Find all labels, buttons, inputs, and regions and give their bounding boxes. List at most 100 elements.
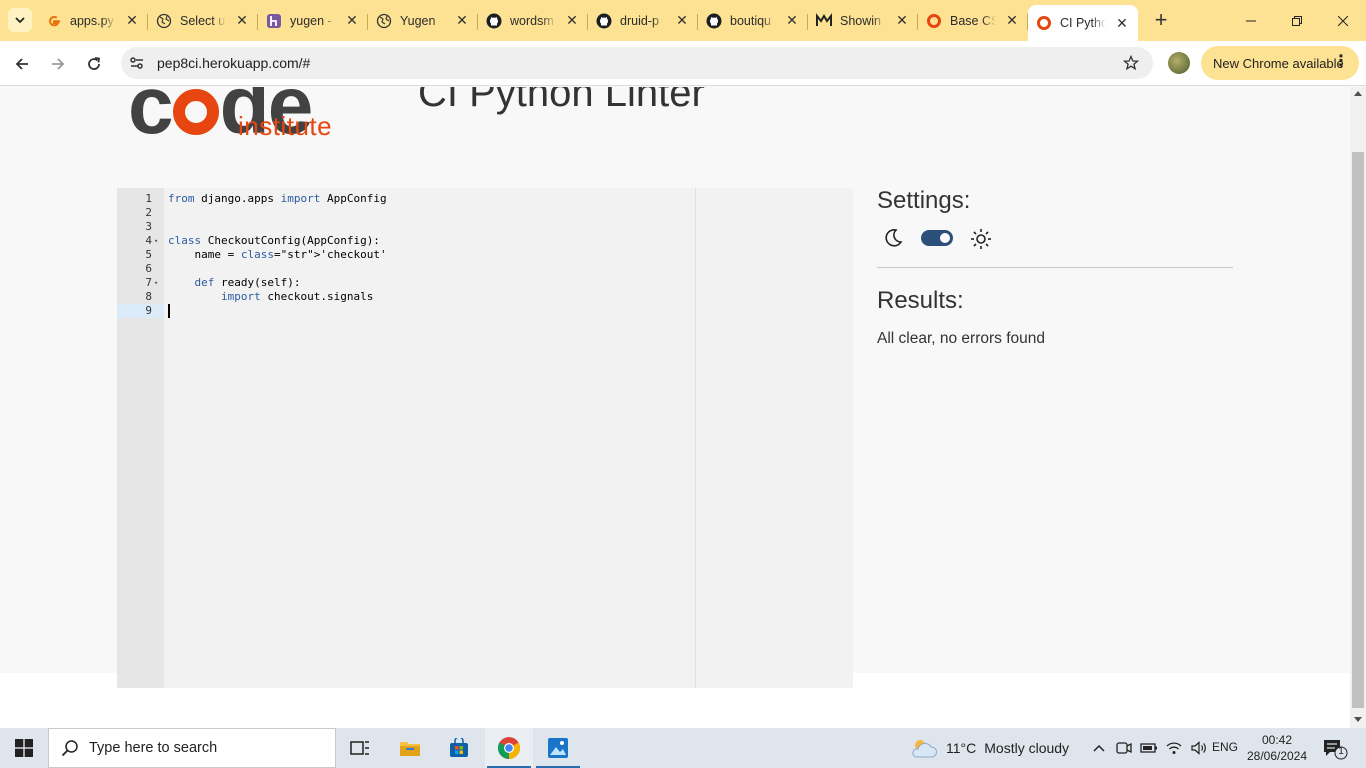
close-window-button[interactable]: [1320, 0, 1366, 41]
fold-arrow-icon[interactable]: ▾: [154, 234, 158, 248]
theme-switch-row: [877, 227, 1007, 251]
chrome-taskbar-button[interactable]: [485, 728, 533, 768]
input-language[interactable]: ENG: [1212, 740, 1238, 754]
tab-title: Showin: [840, 13, 881, 28]
browser-tab[interactable]: apps.py ✕: [38, 5, 148, 37]
tab-title: yugen -: [290, 13, 332, 28]
reload-button[interactable]: [80, 50, 108, 78]
dark-mode-toggle[interactable]: [921, 230, 953, 246]
meet-now-icon[interactable]: [1115, 741, 1133, 755]
close-tab-icon[interactable]: ✕: [894, 12, 910, 29]
editor-line[interactable]: 6: [117, 262, 853, 276]
page-title: CI Python Linter: [418, 87, 705, 115]
editor-line[interactable]: 8 import checkout.signals: [117, 290, 853, 304]
tab-search-button[interactable]: [8, 8, 32, 32]
chevron-down-icon: [15, 17, 25, 24]
close-tab-icon[interactable]: ✕: [454, 12, 470, 29]
restore-icon: [1292, 15, 1302, 26]
tab-title: CI Pytho: [1060, 16, 1106, 30]
battery-icon[interactable]: [1140, 742, 1158, 754]
editor-line[interactable]: 2: [117, 206, 853, 220]
weather-widget[interactable]: 11°C Mostly cloudy: [910, 728, 1069, 768]
file-explorer-button[interactable]: [386, 728, 434, 768]
browser-tab[interactable]: Base CS ✕: [918, 5, 1028, 37]
scroll-down-arrow-icon[interactable]: [1354, 717, 1362, 722]
restore-button[interactable]: [1274, 0, 1320, 41]
browser-tab[interactable]: Yugen ✕: [368, 5, 478, 37]
tab-title: apps.py: [70, 13, 114, 28]
wifi-icon[interactable]: [1165, 741, 1183, 755]
address-bar[interactable]: pep8ci.herokuapp.com/#: [121, 47, 1153, 79]
editor-line[interactable]: 9: [117, 304, 853, 318]
editor-line[interactable]: 3: [117, 220, 853, 234]
profile-avatar[interactable]: [1168, 52, 1190, 74]
browser-tab[interactable]: boutiqu ✕: [698, 5, 808, 37]
clock-time: 00:42: [1261, 733, 1293, 747]
line-number: 9: [145, 304, 152, 317]
tab-title: Yugen: [400, 13, 436, 28]
arrow-right-icon: [52, 58, 65, 70]
task-view-button[interactable]: [336, 728, 384, 768]
close-tab-icon[interactable]: ✕: [674, 12, 690, 29]
editor-line[interactable]: 7 ▾ def ready(self):: [117, 276, 853, 290]
new-chrome-label: New Chrome available: [1213, 55, 1344, 71]
weather-condition: Mostly cloudy: [984, 740, 1070, 756]
chevron-up-icon[interactable]: [1090, 744, 1108, 752]
editor-line[interactable]: 1 from django.apps import AppConfig: [117, 192, 853, 206]
browser-tab[interactable]: Showin ✕: [808, 5, 918, 37]
site-info-icon[interactable]: [129, 55, 145, 71]
code-text: import checkout.signals: [220, 290, 374, 303]
close-tab-icon[interactable]: ✕: [784, 12, 800, 29]
browser-tab[interactable]: CI Pytho ✕: [1028, 5, 1138, 41]
close-tab-icon[interactable]: ✕: [234, 12, 250, 29]
globe-icon: [376, 13, 392, 29]
editor-line[interactable]: 5 name = class="str">'checkout': [117, 248, 853, 262]
globe-icon: [156, 13, 172, 29]
page-viewport: c de institute CI Python Linter 1 from dja…: [0, 87, 1350, 728]
windows-logo-icon: [15, 739, 33, 757]
scroll-up-arrow-icon[interactable]: [1354, 91, 1362, 96]
system-clock[interactable]: 00:42 28/06/2024: [1245, 732, 1309, 764]
scrollbar-thumb[interactable]: [1352, 152, 1364, 708]
windows-taskbar: Type here to search 11°C Mostly cloudy E…: [0, 728, 1366, 768]
editor-line[interactable]: 4 ▾ class CheckoutConfig(AppConfig):: [117, 234, 853, 248]
back-button[interactable]: [8, 50, 36, 78]
close-tab-icon[interactable]: ✕: [564, 12, 580, 29]
page-scrollbar[interactable]: [1350, 87, 1366, 728]
sun-icon: [971, 229, 991, 249]
new-chrome-available-button[interactable]: New Chrome available ⋮: [1201, 46, 1359, 80]
task-view-icon: [350, 741, 369, 755]
line-number: 8: [145, 290, 152, 303]
volume-icon[interactable]: [1190, 741, 1208, 755]
taskbar-search-box[interactable]: Type here to search: [48, 728, 336, 768]
browser-tab[interactable]: wordsm ✕: [478, 5, 588, 37]
toggle-knob: [940, 233, 950, 243]
close-tab-icon[interactable]: ✕: [1114, 15, 1130, 31]
moon-icon: [885, 229, 903, 247]
microsoft-store-button[interactable]: [435, 728, 483, 768]
browser-tab[interactable]: druid-p ✕: [588, 5, 698, 37]
start-button[interactable]: [0, 728, 48, 768]
new-tab-button[interactable]: +: [1150, 7, 1172, 32]
fold-arrow-icon[interactable]: ▾: [154, 276, 158, 290]
close-tab-icon[interactable]: ✕: [344, 12, 360, 29]
forward-button[interactable]: [44, 50, 72, 78]
logo-institute-word: institute: [238, 111, 333, 141]
system-tray: [1090, 728, 1208, 768]
code-editor[interactable]: 1 from django.apps import AppConfig 2 3 4 ▾ cl…: [117, 188, 853, 688]
browser-tab[interactable]: Select u ✕: [148, 5, 258, 37]
tab-title: Base CS: [950, 13, 996, 28]
close-tab-icon[interactable]: ✕: [1004, 12, 1020, 29]
minimize-button[interactable]: [1228, 0, 1274, 41]
chrome-icon: [498, 737, 520, 759]
url-text[interactable]: pep8ci.herokuapp.com/#: [157, 55, 310, 71]
reload-icon: [88, 57, 101, 70]
heroku-icon: [266, 13, 282, 29]
results-message: All clear, no errors found: [877, 330, 1046, 347]
more-menu-icon[interactable]: ⋮: [1333, 53, 1349, 71]
bookmark-star-icon[interactable]: [1121, 53, 1141, 73]
notification-center-button[interactable]: 1: [1322, 738, 1348, 760]
photos-app-button[interactable]: [534, 728, 582, 768]
close-tab-icon[interactable]: ✕: [124, 12, 140, 29]
browser-tab[interactable]: yugen - ✕: [258, 5, 368, 37]
